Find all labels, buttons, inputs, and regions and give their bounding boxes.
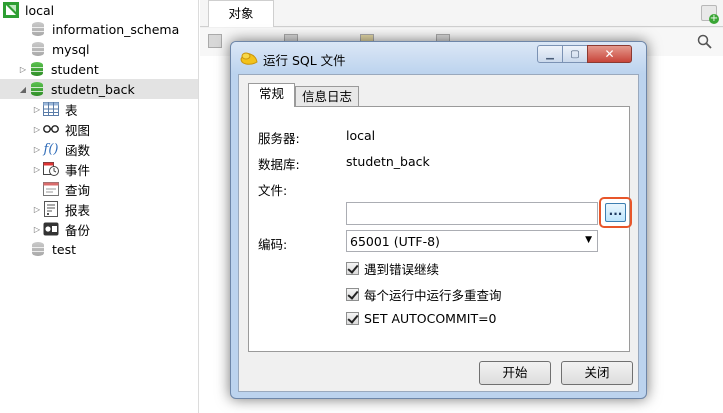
tree-item-events[interactable]: ▷ 事件 [31,159,90,179]
backup-icon [43,221,59,237]
multiple-queries-checkbox[interactable]: 每个运行中运行多重查询 [346,285,502,304]
expand-arrow-icon[interactable]: ▷ [17,65,29,74]
collapse-arrow-icon[interactable]: ◢ [17,85,29,94]
tab-objects[interactable]: 对象 [208,0,274,27]
browse-file-button[interactable]: ... [605,203,626,222]
encoding-select[interactable]: 65001 (UTF-8) ▼ [346,230,598,252]
tree-db-information-schema[interactable]: information_schema [30,19,179,39]
encoding-label: 编码: [258,237,288,252]
event-icon [43,161,59,177]
expand-arrow-icon[interactable]: ▷ [31,165,43,174]
tab-message-log[interactable]: 信息日志 [295,86,359,108]
tree-db-test[interactable]: test [30,239,76,259]
tree-db-mysql[interactable]: mysql [30,39,90,59]
expand-arrow-icon[interactable]: ▷ [31,105,43,114]
tree-db-student[interactable]: ▷ student [17,59,99,79]
search-icon[interactable] [697,34,713,50]
query-icon [43,181,59,197]
sql-file-icon [240,52,258,65]
tree-connection-local[interactable]: local [3,0,54,20]
file-label: 文件: [258,183,288,198]
autocommit-checkbox[interactable]: SET AUTOCOMMIT=0 [346,311,497,326]
expand-arrow-icon[interactable]: ▷ [31,125,43,134]
view-icon [43,121,59,137]
expand-arrow-icon[interactable]: ▷ [31,145,43,154]
file-path-input[interactable] [346,202,598,225]
encoding-value: 65001 (UTF-8) [350,234,440,249]
dialog-title: 运行 SQL 文件 [263,53,346,68]
tree-item-backups[interactable]: ▷ 备份 [31,219,90,239]
browse-highlight: ... [599,197,632,228]
tree-item-tables[interactable]: ▷ 表 [31,99,78,119]
run-sql-file-dialog: 运行 SQL 文件 ▁ ▢ ✕ 常规 信息日志 服务器: local 数据库: … [230,41,647,399]
expand-arrow-icon[interactable]: ▷ [31,225,43,234]
connection-label: local [25,2,55,18]
database-icon [29,61,45,77]
minimize-button[interactable]: ▁ [537,45,563,63]
tab-general[interactable]: 常规 [248,83,295,107]
database-icon [30,41,46,57]
main-tabbar: 对象 [200,0,723,27]
tree-item-reports[interactable]: ▷ 报表 [31,199,90,219]
dialog-titlebar[interactable]: 运行 SQL 文件 ▁ ▢ ✕ [231,42,646,74]
report-icon [43,201,59,217]
server-label: 服务器: [258,131,300,146]
checkbox-checked-icon [346,262,359,275]
checkbox-checked-icon [346,288,359,301]
tree-item-functions[interactable]: ▷ f() 函数 [31,139,90,159]
toolbar-open-query-button[interactable] [208,34,225,48]
navigation-tree: local information_schema mysql ▷ student… [0,0,199,413]
close-window-button[interactable]: ✕ [587,45,632,63]
checkbox-checked-icon [346,312,359,325]
tree-item-views[interactable]: ▷ 视图 [31,119,90,139]
continue-on-error-checkbox[interactable]: 遇到错误继续 [346,259,439,278]
database-icon [29,81,45,97]
connection-icon [3,2,19,18]
function-icon: f() [43,141,59,157]
server-value: local [346,128,376,143]
database-label: 数据库: [258,157,300,172]
table-icon [43,101,59,117]
tree-db-studetn-back[interactable]: ◢ studetn_back [0,79,198,99]
database-icon [30,21,46,37]
expand-arrow-icon[interactable]: ▷ [31,205,43,214]
database-icon [30,241,46,257]
tree-item-queries[interactable]: 查询 [43,179,90,199]
maximize-button[interactable]: ▢ [562,45,588,63]
general-tab-panel: 服务器: local 数据库: studetn_back 文件: ... 编码:… [248,106,632,352]
start-button[interactable]: 开始 [479,361,551,385]
dropdown-arrow-icon: ▼ [585,235,592,245]
new-tab-icon[interactable] [701,5,719,24]
database-value: studetn_back [346,154,430,169]
close-button[interactable]: 关闭 [561,361,633,385]
dialog-body: 常规 信息日志 服务器: local 数据库: studetn_back 文件:… [238,74,639,392]
